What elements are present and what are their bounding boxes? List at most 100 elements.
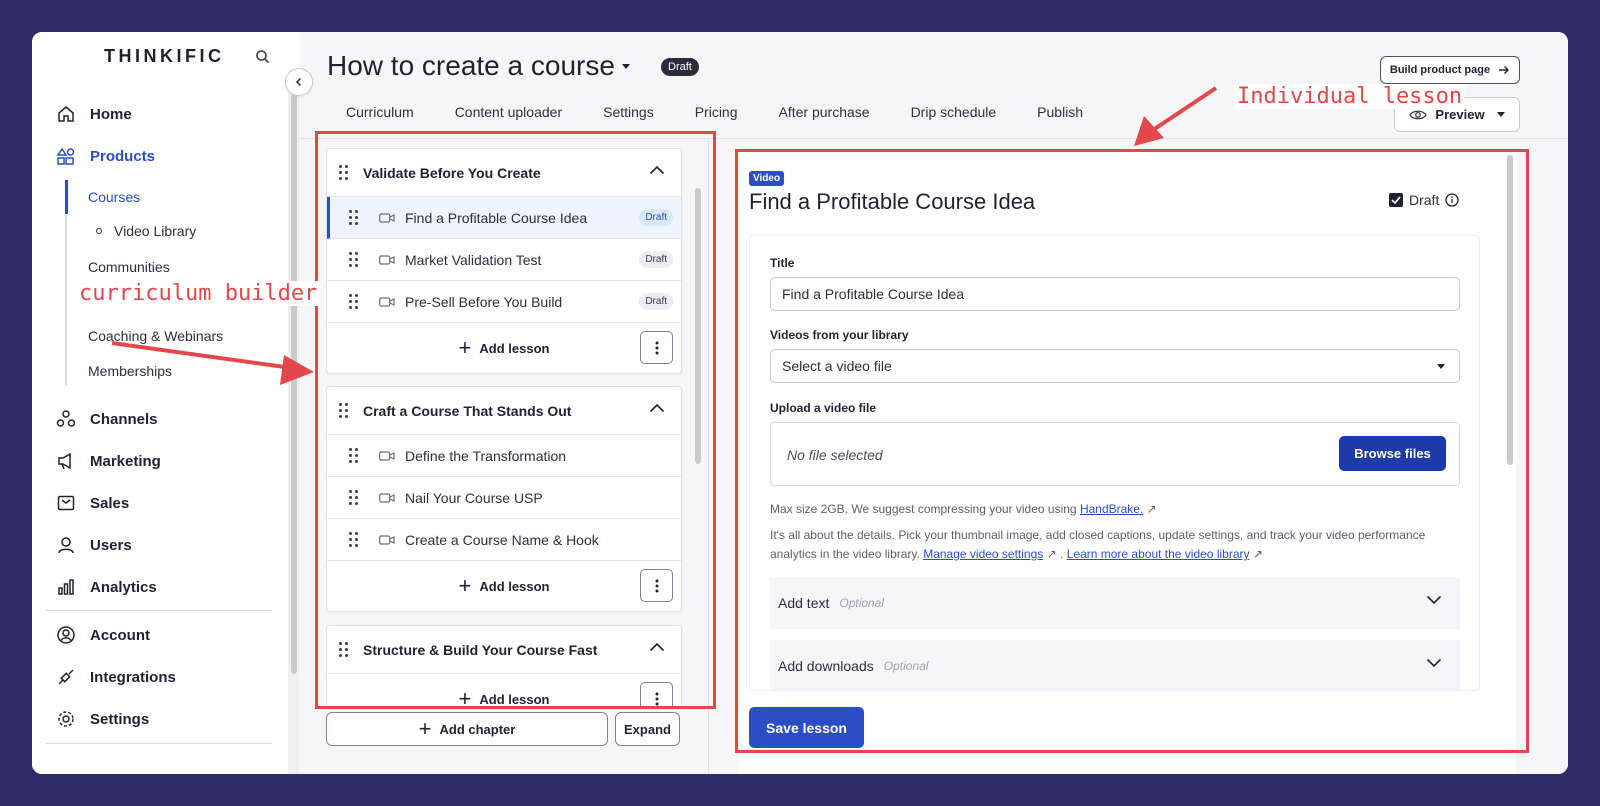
info-icon[interactable]	[1445, 193, 1459, 207]
browse-files-button[interactable]: Browse files	[1339, 436, 1446, 471]
checkbox-checked-icon[interactable]	[1389, 193, 1403, 207]
sidebar-sub-communities[interactable]: Communities	[88, 259, 170, 275]
details-hint: It's all about the details. Pick your th…	[770, 526, 1460, 564]
lesson-annotation-label: Individual lesson	[1234, 84, 1466, 109]
add-chapter-button[interactable]: + Add chapter	[326, 712, 608, 746]
lesson-item[interactable]: Pre-Sell Before You Build Draft	[327, 281, 681, 323]
sidebar-item-label: Users	[90, 536, 132, 554]
add-lesson-button[interactable]: + Add lesson	[459, 337, 550, 359]
sidebar-item-marketing[interactable]: Marketing	[56, 445, 161, 477]
sidebar-sub-coaching[interactable]: Coaching & Webinars	[88, 328, 223, 344]
optional-tag: Optional	[883, 659, 929, 673]
subnav-line	[65, 180, 68, 386]
lesson-item[interactable]: Find a Profitable Course Idea Draft	[327, 197, 681, 239]
sidebar-item-users[interactable]: Users	[56, 529, 132, 561]
handbrake-link[interactable]: HandBrake.	[1080, 502, 1143, 516]
draft-checkbox[interactable]: Draft	[1389, 192, 1459, 208]
sidebar-item-home[interactable]: Home	[56, 98, 132, 130]
upload-label: Upload a video file	[770, 401, 877, 415]
button-label: Add lesson	[479, 578, 550, 594]
status-badge: Draft	[639, 209, 673, 226]
sidebar-sub-courses[interactable]: Courses	[88, 189, 140, 205]
video-library-select[interactable]: Select a video file	[770, 349, 1460, 383]
chapter-header[interactable]: Craft a Course That Stands Out	[327, 387, 681, 435]
lesson-scrollbar[interactable]	[1504, 155, 1516, 695]
sidebar-item-label: Products	[90, 147, 156, 165]
video-icon	[379, 296, 395, 307]
lesson-item[interactable]: Define the Transformation	[327, 435, 681, 477]
tab-after-purchase[interactable]: After purchase	[779, 104, 870, 120]
drag-handle-icon[interactable]	[349, 447, 359, 464]
chapter-header[interactable]: Structure & Build Your Course Fast	[327, 626, 681, 674]
course-title-dropdown[interactable]: How to create a course	[327, 50, 630, 82]
chapter-title: Structure & Build Your Course Fast	[363, 641, 598, 658]
chapter-menu-button[interactable]	[640, 682, 673, 706]
sidebar-item-settings[interactable]: Settings	[56, 703, 149, 735]
lesson-type-badge: Video	[749, 171, 785, 186]
sidebar-item-analytics[interactable]: Analytics	[56, 571, 157, 603]
curriculum-scrollbar[interactable]	[694, 178, 702, 726]
drag-handle-icon[interactable]	[349, 489, 359, 506]
users-icon	[56, 535, 76, 555]
save-lesson-button[interactable]: Save lesson	[749, 707, 864, 748]
expand-button[interactable]: Expand	[615, 712, 680, 746]
lesson-item[interactable]: Create a Course Name & Hook	[327, 519, 681, 561]
drag-handle-icon[interactable]	[339, 641, 349, 658]
add-lesson-button[interactable]: + Add lesson	[459, 688, 550, 707]
bullet-icon	[96, 228, 102, 234]
tab-publish[interactable]: Publish	[1037, 104, 1083, 120]
thinkific-logo: THINKIFIC	[104, 46, 225, 66]
lesson-item[interactable]: Market Validation Test Draft	[327, 239, 681, 281]
chapter-menu-button[interactable]	[640, 331, 673, 364]
arrow-right-icon	[1499, 66, 1510, 74]
add-downloads-accordion[interactable]: Add downloads Optional	[770, 640, 1460, 690]
add-lesson-button[interactable]: + Add lesson	[459, 575, 550, 597]
sidebar-scrollbar[interactable]	[288, 88, 299, 774]
search-icon[interactable]	[254, 48, 272, 66]
collapse-sidebar-button[interactable]	[285, 68, 313, 96]
no-file-text: No file selected	[787, 447, 883, 463]
sidebar-sub-label: Video Library	[114, 223, 197, 239]
more-vertical-icon	[655, 341, 658, 354]
video-icon	[379, 450, 395, 461]
build-product-page-button[interactable]: Build product page	[1380, 56, 1520, 84]
sidebar-item-integrations[interactable]: Integrations	[56, 661, 176, 693]
external-link-icon: ↗	[1252, 547, 1263, 561]
caret-down-icon	[1496, 112, 1505, 117]
tab-curriculum[interactable]: Curriculum	[346, 104, 414, 120]
button-label: Add lesson	[479, 340, 550, 356]
drag-handle-icon[interactable]	[349, 251, 359, 268]
drag-handle-icon[interactable]	[339, 164, 349, 181]
tab-content-uploader[interactable]: Content uploader	[455, 104, 562, 120]
products-icon	[56, 146, 76, 166]
lesson-item[interactable]: Nail Your Course USP	[327, 477, 681, 519]
sidebar-sub-video-library[interactable]: Video Library	[96, 223, 196, 239]
tab-drip-schedule[interactable]: Drip schedule	[911, 104, 997, 120]
video-icon	[379, 254, 395, 265]
manage-video-settings-link[interactable]: Manage video settings	[923, 547, 1043, 561]
sidebar-sub-memberships[interactable]: Memberships	[88, 363, 172, 379]
sidebar-item-sales[interactable]: Sales	[56, 487, 129, 519]
video-icon	[379, 534, 395, 545]
drag-handle-icon[interactable]	[349, 531, 359, 548]
sidebar-item-channels[interactable]: Channels	[56, 403, 158, 435]
learn-more-link[interactable]: Learn more about the video library	[1067, 547, 1250, 561]
upload-dropzone[interactable]: No file selected Browse files	[770, 422, 1460, 486]
chapter-header[interactable]: Validate Before You Create	[327, 149, 681, 197]
chevron-up-icon	[649, 642, 665, 652]
title-input[interactable]: Find a Profitable Course Idea	[770, 277, 1460, 311]
drag-handle-icon[interactable]	[339, 402, 349, 419]
chapter-menu-button[interactable]	[640, 569, 673, 602]
sidebar: THINKIFIC Home Products Courses Video Li…	[32, 32, 299, 774]
tab-pricing[interactable]: Pricing	[695, 104, 738, 120]
accordion-title: Add text	[778, 595, 830, 611]
drag-handle-icon[interactable]	[349, 209, 359, 226]
sidebar-item-account[interactable]: Account	[56, 619, 150, 651]
sales-icon	[56, 493, 76, 513]
main-area: How to create a course Draft Build produ…	[299, 32, 1568, 774]
drag-handle-icon[interactable]	[349, 293, 359, 310]
sidebar-item-products[interactable]: Products	[56, 140, 155, 172]
tab-settings[interactable]: Settings	[603, 104, 654, 120]
add-text-accordion[interactable]: Add text Optional	[770, 577, 1460, 629]
lesson-title: Find a Profitable Course Idea	[405, 209, 588, 226]
